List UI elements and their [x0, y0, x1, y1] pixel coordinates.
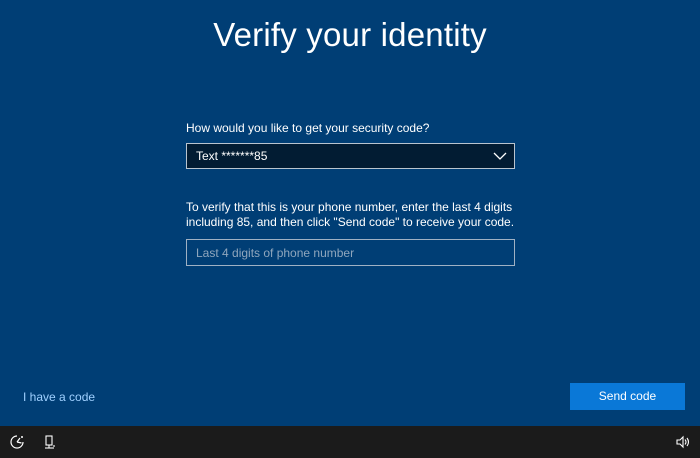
verify-identity-screen: Verify your identity How would you like …	[0, 0, 700, 458]
taskbar	[0, 426, 700, 458]
selected-method-text: Text *******85	[196, 149, 268, 163]
ease-of-access-icon[interactable]	[9, 434, 25, 450]
instructions-text: To verify that this is your phone number…	[186, 200, 515, 229]
verification-form: How would you like to get your security …	[186, 120, 516, 266]
chevron-down-icon	[493, 152, 507, 160]
volume-icon[interactable]	[675, 434, 691, 450]
method-prompt-label: How would you like to get your security …	[186, 121, 430, 135]
main-panel: Verify your identity How would you like …	[0, 0, 700, 426]
page-title: Verify your identity	[213, 16, 487, 53]
network-icon[interactable]	[42, 434, 58, 450]
send-code-button[interactable]: Send code	[570, 383, 685, 410]
phone-digits-input[interactable]	[186, 239, 515, 266]
have-code-link[interactable]: I have a code	[23, 390, 95, 404]
security-method-dropdown[interactable]: Text *******85	[186, 143, 515, 169]
